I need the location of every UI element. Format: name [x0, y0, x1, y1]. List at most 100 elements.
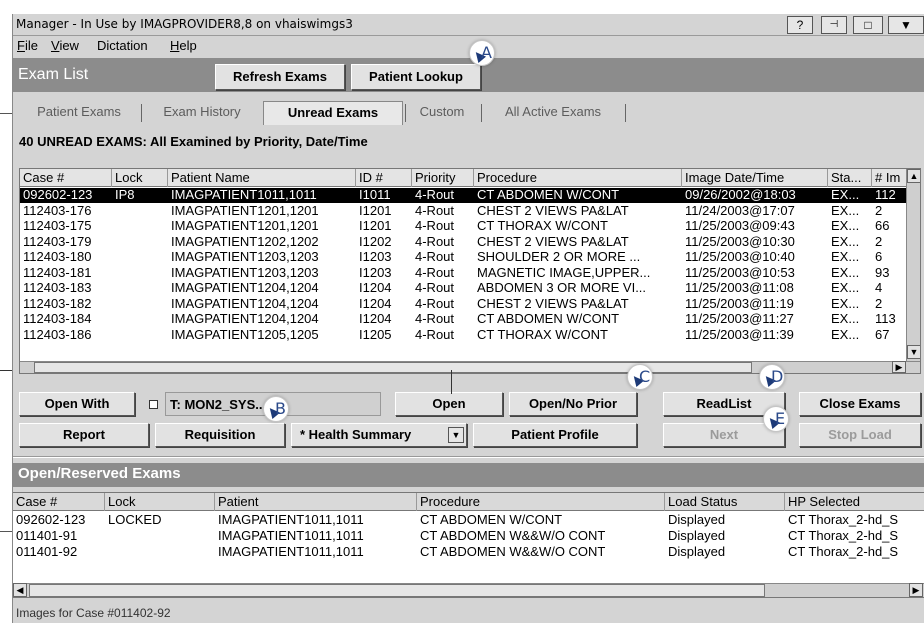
tab-all-active-exams[interactable]: All Active Exams — [491, 101, 615, 125]
or-col-patient[interactable]: Patient — [215, 493, 417, 511]
table-row[interactable]: 112403-175 IMAGPATIENT1201,1201 I1201 4-Rou… — [20, 219, 906, 234]
or-col-lock[interactable]: Lock — [105, 493, 215, 511]
tab-custom[interactable]: Custom — [411, 101, 473, 125]
pin-button[interactable]: ⊣ — [821, 16, 847, 34]
table-row[interactable]: 092602-123 LOCKED IMAGPATIENT1011,1011 CT A… — [13, 513, 924, 528]
table-row[interactable]: 112403-184 IMAGPATIENT1204,1204 I1204 4-Rou… — [20, 312, 906, 327]
table-cell: 4-Rout — [415, 188, 455, 202]
table-cell: LOCKED — [108, 513, 162, 527]
leader-line-bottom — [0, 531, 12, 532]
col-priority[interactable]: Priority — [412, 169, 474, 187]
window-title: Manager - In Use by IMAGPROVIDER8,8 on v… — [16, 17, 353, 31]
table-cell: IMAGPATIENT1204,1204 — [171, 296, 319, 311]
table-cell: CT ABDOMEN W/CONT — [420, 513, 563, 527]
col-procedure[interactable]: Procedure — [474, 169, 682, 187]
scroll-right-arrow[interactable]: ▶ — [892, 361, 906, 373]
or-scroll-left-arrow[interactable]: ◀ — [13, 583, 27, 597]
window-menu-button[interactable]: ▼ — [888, 16, 924, 34]
table-row[interactable]: 112403-181 IMAGPATIENT1203,1203 I1203 4-Rou… — [20, 266, 906, 281]
health-summary-dropdown[interactable]: * Health Summary ▼ — [291, 423, 467, 447]
tab-unread-exams[interactable]: Unread Exams — [263, 101, 403, 125]
or-col-case[interactable]: Case # — [13, 493, 105, 511]
table-row[interactable]: 112403-186 IMAGPATIENT1205,1205 I1205 4-Rou… — [20, 328, 906, 343]
maximize-button[interactable]: □ — [853, 16, 883, 34]
tab-exam-history[interactable]: Exam History — [149, 101, 255, 125]
table-cell: 092602-123 — [23, 188, 93, 202]
table-row[interactable]: 011401-91 IMAGPATIENT1011,1011 CT ABDOMEN … — [13, 529, 924, 544]
table-cell: 11/25/2003@10:30 — [685, 234, 795, 249]
table-row[interactable]: 112403-182 IMAGPATIENT1204,1204 I1204 4-Rou… — [20, 297, 906, 312]
or-col-hp-selected[interactable]: HP Selected — [785, 493, 924, 511]
table-cell: EX... — [831, 250, 860, 264]
refresh-exams-button[interactable]: Refresh Exams — [215, 64, 345, 90]
table-row[interactable]: 011401-92 IMAGPATIENT1011,1011 CT ABDOMEN … — [13, 545, 924, 560]
table-row[interactable]: 092602-123 IP8 IMAGPATIENT1011,1011 I1011 4-… — [20, 188, 906, 203]
table-cell: 11/25/2003@11:08 — [685, 281, 794, 295]
table-cell: 092602-123 — [16, 513, 86, 527]
table-cell: IMAGPATIENT1203,1203 — [171, 265, 319, 280]
table-cell: MAGNETIC IMAGE,UPPER... — [477, 265, 651, 280]
callout-b: B — [263, 396, 289, 422]
open-button[interactable]: Open — [395, 392, 503, 416]
col-case[interactable]: Case # — [20, 169, 112, 187]
table-cell: CHEST 2 VIEWS PA&LAT — [477, 234, 629, 249]
table-cell: SHOULDER 2 OR MORE ... — [477, 250, 641, 264]
table-row[interactable]: 112403-176 IMAGPATIENT1201,1201 I1201 4-Rou… — [20, 204, 906, 219]
exam-list-title: Exam List — [18, 66, 89, 83]
open-reserved-header: Open/Reserved Exams — [13, 463, 924, 487]
patient-profile-button[interactable]: Patient Profile — [473, 423, 637, 447]
table-row[interactable]: 112403-180 IMAGPATIENT1203,1203 I1203 4-Rou… — [20, 250, 906, 265]
station-checkbox[interactable] — [149, 400, 158, 409]
open-with-button[interactable]: Open With — [19, 392, 135, 416]
col-id[interactable]: ID # — [356, 169, 412, 187]
scroll-up-arrow[interactable]: ▲ — [907, 169, 920, 183]
exam-tabs: Patient Exams Exam History Unread Exams … — [13, 101, 924, 125]
table-cell — [112, 235, 168, 250]
col-patient-name[interactable]: Patient Name — [168, 169, 356, 187]
or-hscroll-thumb[interactable] — [29, 584, 765, 597]
table-cell: 112403-180 — [23, 250, 92, 264]
report-button[interactable]: Report — [19, 423, 149, 447]
col-image-date[interactable]: Image Date/Time — [682, 169, 828, 187]
table-cell: 4-Rout — [415, 312, 455, 326]
unread-exams-info: 40 UNREAD EXAMS: All Examined by Priorit… — [19, 134, 368, 149]
col-lock[interactable]: Lock — [112, 169, 168, 187]
table-cell: 112403-183 — [23, 281, 92, 295]
health-summary-label: * Health Summary — [300, 427, 412, 442]
requisition-button[interactable]: Requisition — [155, 423, 285, 447]
exam-table-hscroll[interactable]: ▶ — [20, 361, 920, 373]
scroll-down-arrow[interactable]: ▼ — [907, 345, 920, 359]
col-status[interactable]: Sta... — [828, 169, 872, 187]
table-row[interactable]: 112403-179 IMAGPATIENT1202,1202 I1202 4-Rou… — [20, 235, 906, 250]
table-cell: IMAGPATIENT1201,1201 — [171, 219, 319, 233]
table-cell: 11/24/2003@17:07 — [685, 203, 795, 218]
table-row[interactable]: 112403-183 IMAGPATIENT1204,1204 I1204 4-Rou… — [20, 281, 906, 296]
table-cell — [112, 297, 168, 312]
menu-help[interactable]: Help — [170, 38, 197, 53]
table-cell: Displayed — [668, 545, 726, 559]
help-button[interactable]: ? — [787, 16, 813, 34]
close-exams-button[interactable]: Close Exams — [799, 392, 921, 416]
patient-lookup-button[interactable]: Patient Lookup — [351, 64, 481, 90]
stop-load-button[interactable]: Stop Load — [799, 423, 921, 447]
table-cell — [112, 328, 168, 343]
or-scroll-right-arrow[interactable]: ▶ — [909, 583, 923, 597]
open-reserved-hscroll[interactable]: ◀ ▶ — [13, 583, 924, 597]
or-col-load-status[interactable]: Load Status — [665, 493, 785, 511]
callout-e: E — [763, 406, 789, 432]
exam-table-vscroll[interactable]: ▲ ▼ — [906, 169, 920, 361]
col-images[interactable]: # Im — [872, 169, 906, 187]
table-cell: 112403-179 — [23, 234, 92, 249]
table-cell: I1204 — [359, 312, 392, 326]
open-no-prior-button[interactable]: Open/No Prior — [509, 392, 637, 416]
table-cell — [105, 529, 215, 544]
menu-view[interactable]: View — [51, 38, 79, 53]
tab-patient-exams[interactable]: Patient Exams — [23, 101, 135, 125]
table-cell: 4-Rout — [415, 296, 455, 311]
menu-file[interactable]: File — [17, 38, 38, 53]
or-col-procedure[interactable]: Procedure — [417, 493, 665, 511]
table-cell: I1201 — [359, 219, 392, 233]
table-cell — [112, 250, 168, 265]
menu-dictation[interactable]: Dictation — [97, 38, 148, 53]
table-cell: IMAGPATIENT1204,1204 — [171, 312, 319, 326]
